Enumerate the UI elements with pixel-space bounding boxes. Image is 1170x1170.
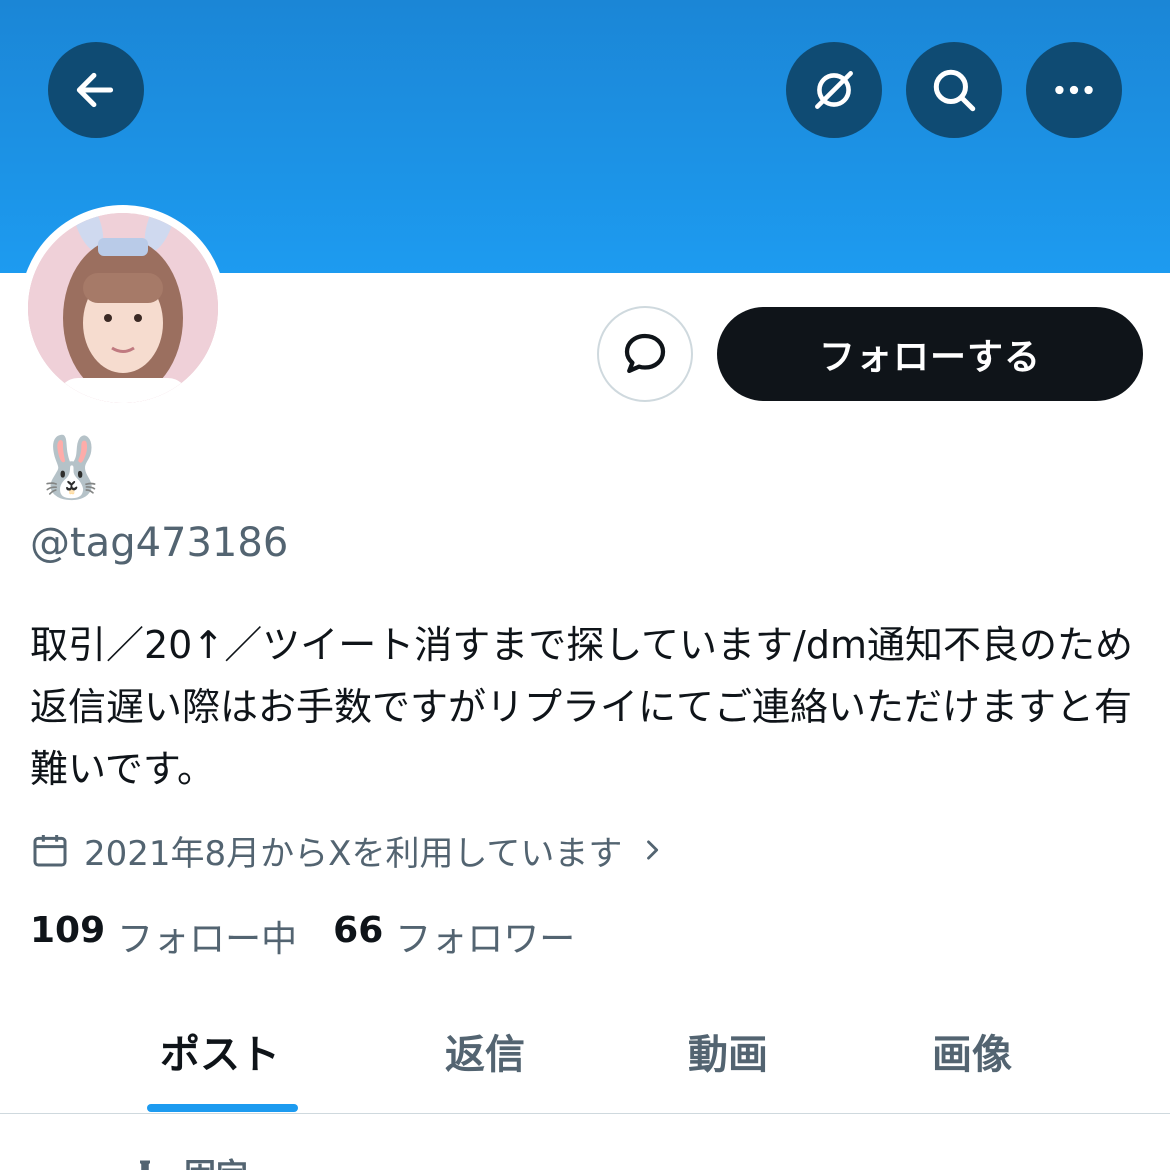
avatar-image xyxy=(28,213,218,403)
search-button[interactable] xyxy=(906,42,1002,138)
joined-date-text: 2021年8月からXを利用しています xyxy=(84,833,623,874)
following-label: フォロー中 xyxy=(117,919,298,960)
active-tab-indicator xyxy=(147,1104,298,1112)
follow-button[interactable]: フォローする xyxy=(717,307,1143,401)
profile-bio: 取引／20↑／ツイート消すまで探しています/dm通知不良のため返信遅い際はお手数… xyxy=(30,623,1133,791)
calendar-icon xyxy=(33,835,67,867)
following-count: 109 xyxy=(30,910,106,951)
more-button[interactable] xyxy=(1026,42,1122,138)
joined-date-row[interactable]: 2021年8月からXを利用しています xyxy=(30,826,666,874)
followers-link[interactable]: 66 フォロワー xyxy=(333,910,575,962)
search-icon xyxy=(933,69,976,112)
followers-label: フォロワー xyxy=(395,919,576,960)
grok-icon xyxy=(815,71,853,109)
message-button[interactable] xyxy=(597,306,693,402)
profile-tabs: ポスト 返信 動画 画像 xyxy=(0,1000,1170,1114)
username-handle: @tag473186 xyxy=(30,520,289,566)
following-link[interactable]: 109 フォロー中 xyxy=(30,910,297,962)
followers-count: 66 xyxy=(333,910,384,951)
message-bubble-icon xyxy=(624,333,666,374)
tab-images[interactable]: 画像 xyxy=(872,1022,1072,1080)
avatar[interactable] xyxy=(28,213,218,403)
avatar-container[interactable] xyxy=(20,205,226,411)
follow-stats: 109 フォロー中 66 フォロワー xyxy=(30,910,575,962)
arrow-left-icon xyxy=(76,72,114,108)
grok-button[interactable] xyxy=(786,42,882,138)
display-name: 🐰 xyxy=(34,433,109,503)
pinned-post-label: 固定 xyxy=(130,1150,248,1170)
tab-videos[interactable]: 動画 xyxy=(628,1022,828,1080)
more-horizontal-icon xyxy=(1055,85,1093,95)
back-button[interactable] xyxy=(48,42,144,138)
tab-posts[interactable]: ポスト xyxy=(120,1022,320,1080)
chevron-right-icon xyxy=(647,840,659,860)
pin-icon xyxy=(140,1160,150,1170)
tab-replies[interactable]: 返信 xyxy=(385,1022,585,1080)
pinned-text: 固定 xyxy=(184,1150,248,1170)
